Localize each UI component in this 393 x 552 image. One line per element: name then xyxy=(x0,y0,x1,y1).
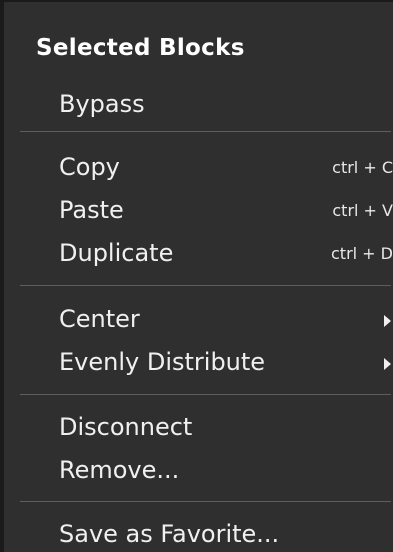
menu-item-remove[interactable]: Remove... xyxy=(4,453,393,493)
menu-item-copy[interactable]: Copy ctrl + C xyxy=(4,150,393,190)
menu-item-shortcut: ctrl + V xyxy=(332,201,393,220)
menu-item-bypass[interactable]: Bypass xyxy=(4,87,393,127)
menu-item-duplicate[interactable]: Duplicate ctrl + D xyxy=(4,236,393,276)
submenu-arrow-icon xyxy=(384,315,391,327)
menu-item-paste[interactable]: Paste ctrl + V xyxy=(4,193,393,233)
menu-item-label: Copy xyxy=(59,153,120,181)
menu-separator xyxy=(20,285,391,286)
menu-separator xyxy=(20,394,391,395)
menu-header: Selected Blocks xyxy=(36,35,245,61)
menu-item-label: Bypass xyxy=(59,90,145,118)
menu-item-label: Disconnect xyxy=(59,413,193,441)
submenu-arrow-icon xyxy=(384,358,391,370)
menu-item-label: Center xyxy=(59,305,140,333)
menu-separator xyxy=(20,501,391,502)
menu-item-evenly-distribute[interactable]: Evenly Distribute xyxy=(4,345,393,385)
menu-item-label: Remove... xyxy=(59,456,180,484)
menu-item-label: Paste xyxy=(59,196,124,224)
context-menu: Selected Blocks Bypass Copy ctrl + C Pas… xyxy=(0,0,393,552)
menu-separator xyxy=(20,131,391,132)
menu-item-disconnect[interactable]: Disconnect xyxy=(4,410,393,450)
menu-item-shortcut: ctrl + D xyxy=(331,244,393,263)
menu-item-center[interactable]: Center xyxy=(4,302,393,342)
menu-item-shortcut: ctrl + C xyxy=(332,158,393,177)
menu-item-label: Save as Favorite... xyxy=(59,520,280,548)
menu-item-label: Duplicate xyxy=(59,239,174,267)
menu-item-save-as-favorite[interactable]: Save as Favorite... xyxy=(4,517,393,552)
menu-item-label: Evenly Distribute xyxy=(59,348,266,376)
